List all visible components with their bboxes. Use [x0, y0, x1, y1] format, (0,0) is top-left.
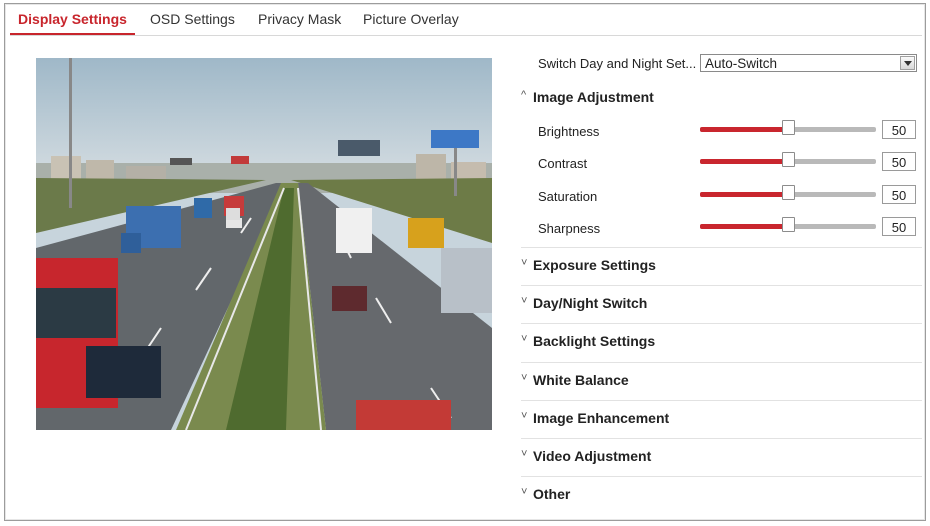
live-video-preview — [36, 58, 492, 430]
section-image-adjustment[interactable]: ^ Image Adjustment — [521, 89, 922, 111]
switch-day-night-value: Auto-Switch — [705, 56, 778, 71]
slider-thumb[interactable] — [782, 185, 795, 200]
chevron-down-icon[interactable] — [900, 56, 915, 70]
divider — [521, 285, 922, 286]
tab-osd-settings[interactable]: OSD Settings — [150, 11, 235, 33]
slider-fill — [700, 192, 784, 197]
divider — [521, 476, 922, 477]
switch-day-night-select[interactable]: Auto-Switch — [700, 54, 917, 72]
divider — [521, 247, 922, 248]
sharpness-value[interactable]: 50 — [882, 217, 916, 236]
section-label: Image Enhancement — [533, 410, 670, 426]
section-exposure-settings[interactable]: ˅ Exposure Settings — [521, 257, 922, 295]
chevron-down-icon: ˅ — [521, 372, 528, 384]
divider — [521, 438, 922, 439]
section-label: Other — [533, 486, 571, 502]
sharpness-label: Sharpness — [538, 221, 601, 236]
chevron-down-icon: ˅ — [521, 295, 528, 307]
highway-scene-image — [36, 58, 492, 430]
tab-privacy-mask[interactable]: Privacy Mask — [258, 11, 341, 33]
section-backlight-settings[interactable]: ˅ Backlight Settings — [521, 333, 922, 371]
divider — [521, 362, 922, 363]
saturation-value[interactable]: 50 — [882, 185, 916, 204]
saturation-slider[interactable] — [700, 185, 876, 200]
section-label: Exposure Settings — [533, 257, 656, 273]
section-label: White Balance — [533, 372, 629, 388]
contrast-value[interactable]: 50 — [882, 152, 916, 171]
brightness-label: Brightness — [538, 124, 600, 139]
section-white-balance[interactable]: ˅ White Balance — [521, 372, 922, 410]
section-image-adjustment-label: Image Adjustment — [533, 89, 654, 105]
chevron-down-icon: ˅ — [521, 410, 528, 422]
section-label: Day/Night Switch — [533, 295, 648, 311]
section-video-adjustment[interactable]: ˅ Video Adjustment — [521, 448, 922, 486]
section-label: Video Adjustment — [533, 448, 652, 464]
contrast-label: Contrast — [538, 156, 588, 171]
section-other[interactable]: ˅ Other — [521, 486, 922, 508]
slider-fill — [700, 224, 784, 229]
tab-picture-overlay[interactable]: Picture Overlay — [363, 11, 459, 33]
slider-thumb[interactable] — [782, 217, 795, 232]
brightness-slider[interactable] — [700, 120, 876, 135]
chevron-up-icon: ^ — [521, 89, 527, 101]
section-day-night-switch[interactable]: ˅ Day/Night Switch — [521, 295, 922, 333]
saturation-label: Saturation — [538, 189, 598, 204]
switch-day-night-label: Switch Day and Night Set... — [538, 56, 697, 71]
chevron-down-icon: ˅ — [521, 448, 528, 460]
brightness-value[interactable]: 50 — [882, 120, 916, 139]
chevron-down-icon: ˅ — [521, 257, 528, 269]
slider-thumb[interactable] — [782, 120, 795, 135]
tab-bar: Display Settings OSD Settings Privacy Ma… — [10, 9, 922, 36]
tab-display-settings[interactable]: Display Settings — [10, 11, 135, 35]
slider-fill — [700, 159, 784, 164]
divider — [521, 323, 922, 324]
sharpness-slider[interactable] — [700, 217, 876, 232]
slider-thumb[interactable] — [782, 152, 795, 167]
chevron-down-icon: ˅ — [521, 486, 528, 498]
section-label: Backlight Settings — [533, 333, 656, 349]
chevron-down-icon: ˅ — [521, 333, 528, 345]
contrast-slider[interactable] — [700, 152, 876, 167]
slider-fill — [700, 127, 784, 132]
section-image-enhancement[interactable]: ˅ Image Enhancement — [521, 410, 922, 448]
divider — [521, 400, 922, 401]
